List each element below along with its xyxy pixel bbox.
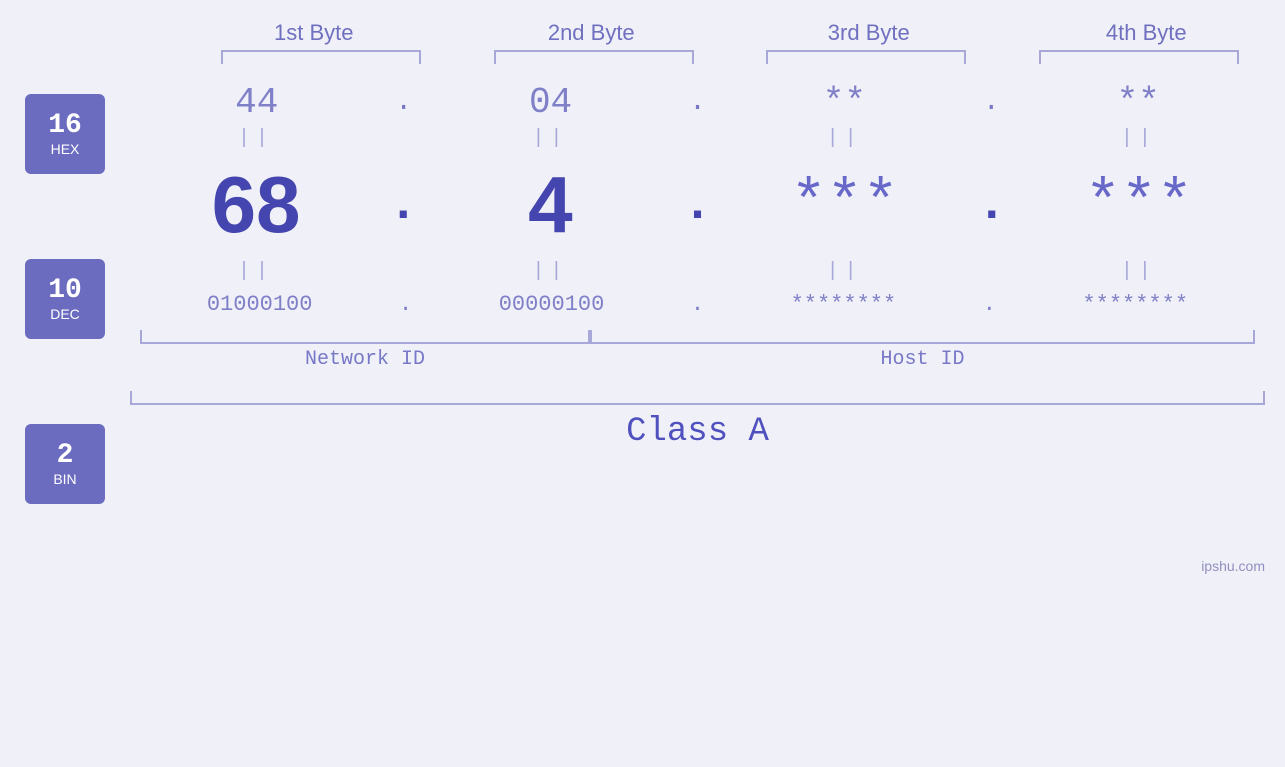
byte4-header: 4th Byte xyxy=(1036,20,1256,46)
byte1-header: 1st Byte xyxy=(204,20,424,46)
byte-headers-section: 1st Byte 2nd Byte 3rd Byte 4th Byte xyxy=(45,20,1285,46)
bin-b3: ******** xyxy=(743,292,943,317)
hex-badge: 16 HEX xyxy=(25,94,105,174)
dot-bin-1: . xyxy=(399,292,412,317)
network-id-label: Network ID xyxy=(140,348,590,371)
dot-hex-1: . xyxy=(395,87,412,118)
bin-b4: ******** xyxy=(1035,292,1235,317)
rows-section: 16 HEX 10 DEC 2 BIN 44 . 04 xyxy=(0,64,1285,584)
bin-b1: 01000100 xyxy=(160,292,360,317)
byte3-header: 3rd Byte xyxy=(759,20,979,46)
watermark: ipshu.com xyxy=(1201,558,1265,574)
hex-b1: 44 xyxy=(157,82,357,123)
main-layout: 1st Byte 2nd Byte 3rd Byte 4th Byte 16 H… xyxy=(0,0,1285,584)
host-bracket xyxy=(590,330,1255,344)
eq2-b4: || xyxy=(1039,260,1239,283)
hex-b2: 04 xyxy=(451,82,651,123)
dot-dec-2: . xyxy=(682,177,712,234)
full-bracket xyxy=(130,391,1265,405)
hex-b4: ** xyxy=(1038,82,1238,123)
hex-b3: ** xyxy=(744,82,944,123)
bracket-4 xyxy=(1039,50,1239,64)
eq1-b2: || xyxy=(450,127,650,150)
data-content: 44 . 04 . ** . ** || || xyxy=(130,64,1285,584)
network-bracket xyxy=(140,330,590,344)
dec-badge: 10 DEC xyxy=(25,259,105,339)
bin-b2: 00000100 xyxy=(452,292,652,317)
class-label: Class A xyxy=(130,413,1265,451)
eq2-b3: || xyxy=(745,260,945,283)
dec-values-row: 68 . 4 . *** . *** xyxy=(130,154,1265,256)
network-host-labels: Network ID Host ID xyxy=(130,344,1265,375)
host-id-label: Host ID xyxy=(590,348,1255,371)
dot-dec-3: . xyxy=(977,177,1007,234)
dec-b4: *** xyxy=(1039,171,1239,239)
eq2-b1: || xyxy=(156,260,356,283)
equals-row-2: || || || || xyxy=(130,256,1265,287)
dot-dec-1: . xyxy=(388,177,418,234)
bin-badge: 2 BIN xyxy=(25,424,105,504)
dec-b3: *** xyxy=(745,171,945,239)
dot-hex-2: . xyxy=(689,87,706,118)
eq1-b1: || xyxy=(156,127,356,150)
bin-values-row: 01000100 . 00000100 . ******** . *******… xyxy=(130,287,1265,322)
dot-bin-3: . xyxy=(983,292,996,317)
eq1-b3: || xyxy=(745,127,945,150)
bracket-1 xyxy=(221,50,421,64)
dec-b2: 4 xyxy=(450,159,650,251)
bracket-3 xyxy=(766,50,966,64)
dec-b1: 68 xyxy=(156,159,356,251)
equals-row-1: || || || || xyxy=(130,123,1265,154)
bytes-header: 1st Byte 2nd Byte 3rd Byte 4th Byte xyxy=(175,20,1285,46)
bracket-2 xyxy=(494,50,694,64)
top-brackets xyxy=(45,46,1285,64)
eq1-b4: || xyxy=(1039,127,1239,150)
eq2-b2: || xyxy=(450,260,650,283)
dot-hex-3: . xyxy=(983,87,1000,118)
badges-column: 16 HEX 10 DEC 2 BIN xyxy=(0,64,130,584)
bottom-brackets xyxy=(130,330,1265,344)
dot-bin-2: . xyxy=(691,292,704,317)
hex-values-row: 44 . 04 . ** . ** xyxy=(130,64,1265,123)
byte2-header: 2nd Byte xyxy=(481,20,701,46)
